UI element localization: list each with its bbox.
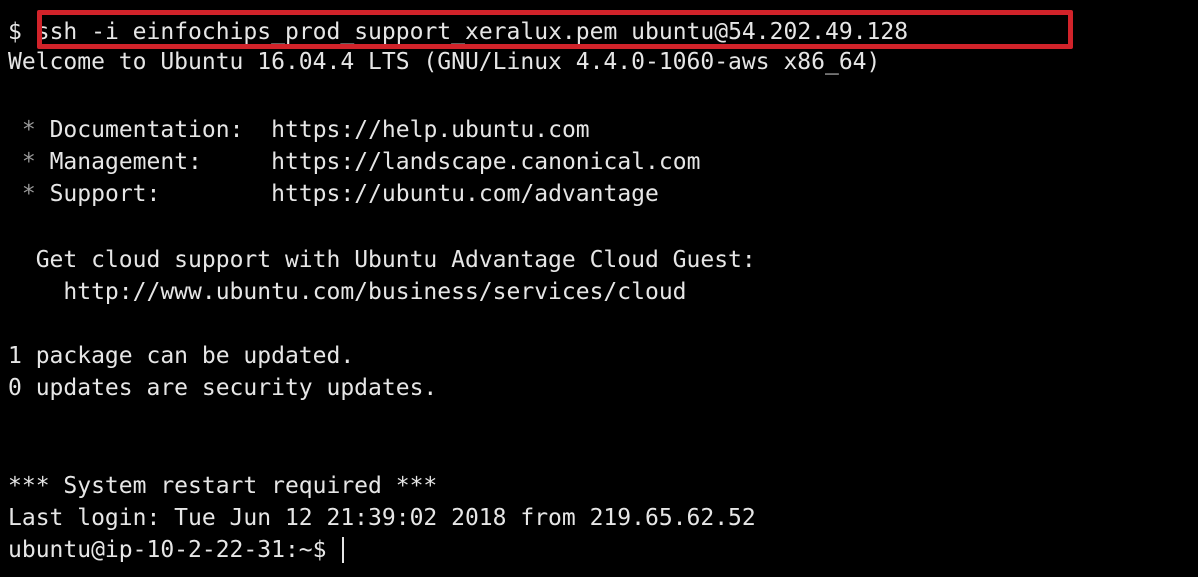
welcome-message: Welcome to Ubuntu 16.04.4 LTS (GNU/Linux… (8, 49, 881, 75)
shell-prompt-line[interactable]: ubuntu@ip-10-2-22-31:~$ (8, 534, 345, 566)
link-url[interactable]: https://ubuntu.com/advantage (271, 181, 659, 207)
command-highlight-box (37, 10, 1073, 49)
bullet: * (21, 149, 36, 175)
shell-prompt: ubuntu@ip-10-2-22-31:~$ (8, 537, 327, 563)
bullet: * (21, 117, 36, 143)
cloud-support-url-row: http://www.ubuntu.com/business/services/… (8, 276, 686, 308)
link-label: Management: (49, 149, 202, 175)
link-row-management: * Management: https://landscape.canonica… (8, 146, 701, 178)
link-row-support: * Support: https://ubuntu.com/advantage (8, 178, 659, 210)
link-label: Support: (49, 181, 161, 207)
link-url[interactable]: https://landscape.canonical.com (271, 149, 700, 175)
link-label: Documentation: (49, 117, 244, 143)
last-login: Last login: Tue Jun 12 21:39:02 2018 fro… (8, 505, 756, 531)
updates-available: 1 package can be updated. (8, 343, 355, 369)
text-cursor (342, 537, 345, 563)
prompt-symbol: $ (8, 19, 22, 45)
link-row-documentation: * Documentation: https://help.ubuntu.com (8, 114, 590, 146)
terminal-window[interactable]: $ ssh -i einfochips_prod_support_xeralux… (0, 0, 1198, 577)
cloud-support-url[interactable]: http://www.ubuntu.com/business/services/… (63, 279, 686, 305)
bullet: * (21, 181, 36, 207)
cloud-support-text: Get cloud support with Ubuntu Advantage … (35, 247, 756, 273)
security-updates: 0 updates are security updates. (8, 375, 438, 401)
restart-notice: *** System restart required *** (8, 473, 438, 499)
link-url[interactable]: https://help.ubuntu.com (271, 117, 590, 143)
